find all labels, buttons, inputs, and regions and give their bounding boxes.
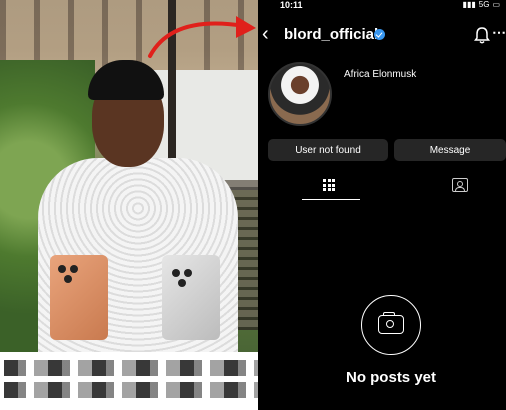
red-arrow-icon — [148, 16, 256, 58]
tab-grid[interactable] — [312, 175, 348, 197]
instagram-profile: 10:11 ▮▮▮ 5G ▭ ‹ blord_official ⋯ Africa… — [258, 0, 506, 410]
signal-icon: ▮▮▮ — [462, 0, 476, 9]
bell-icon[interactable] — [474, 26, 490, 44]
empty-state-text: No posts yet — [345, 369, 436, 386]
grid-icon — [323, 179, 335, 191]
active-tab-indicator — [302, 199, 360, 200]
profile-avatar[interactable] — [268, 62, 332, 126]
phone-box-orange — [50, 255, 108, 340]
network-label: 5G — [478, 0, 490, 9]
phone-box-gray — [162, 255, 220, 340]
display-name: Africa Elonmusk — [344, 69, 417, 80]
battery-icon: ▭ — [492, 0, 500, 9]
tagged-icon[interactable] — [452, 178, 468, 192]
message-button[interactable]: Message — [394, 139, 506, 161]
camera-icon — [361, 295, 421, 355]
profile-username: blord_official — [284, 26, 379, 43]
status-indicators: ▮▮▮ 5G ▭ — [463, 0, 500, 9]
verified-badge-icon — [374, 29, 385, 40]
back-icon[interactable]: ‹ — [262, 24, 269, 44]
user-not-found-button[interactable]: User not found — [268, 139, 388, 161]
more-options-icon[interactable]: ⋯ — [492, 24, 506, 41]
status-time: 10:11 — [280, 0, 303, 10]
status-bar: 10:11 ▮▮▮ 5G ▭ — [258, 0, 506, 12]
profile-header: ‹ blord_official ⋯ — [258, 22, 506, 50]
